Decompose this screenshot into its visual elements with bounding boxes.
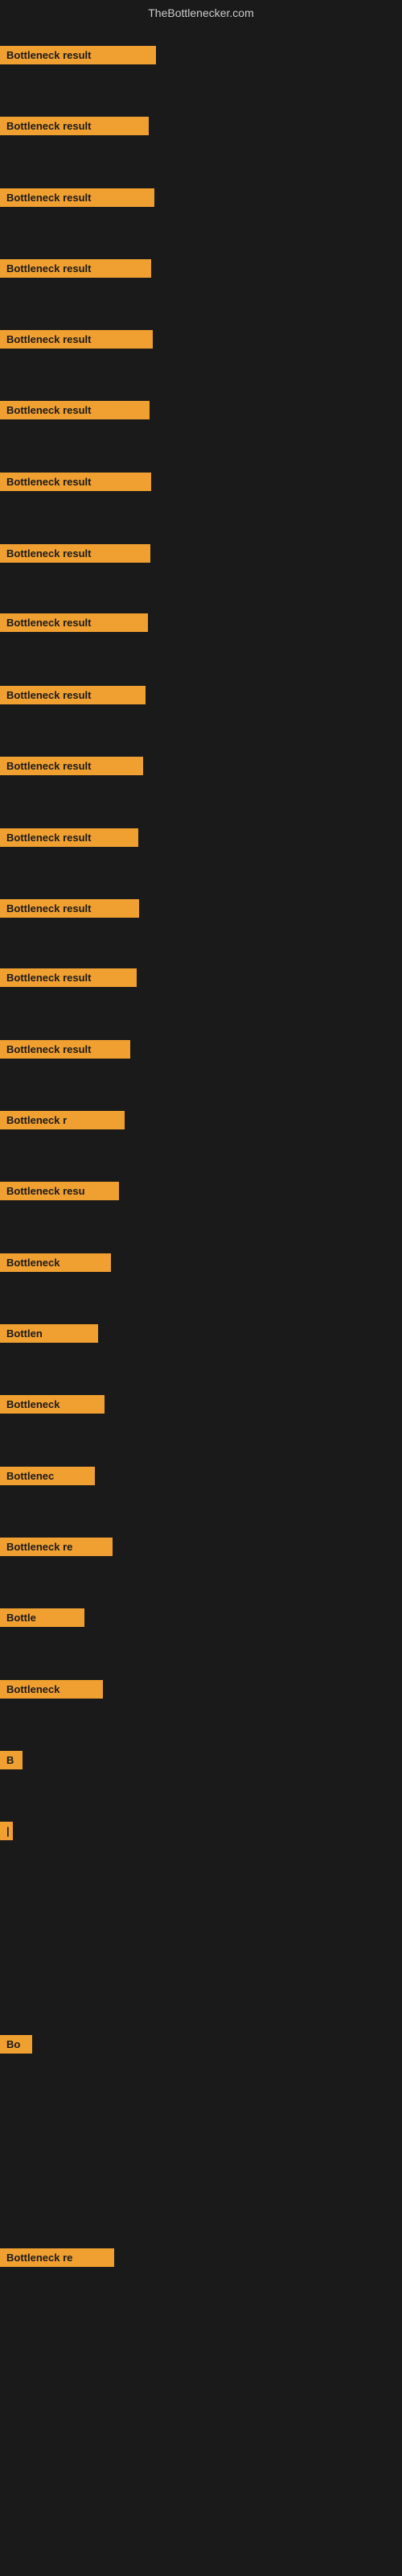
bottleneck-item-28: Bottleneck re — [0, 2248, 114, 2267]
bottleneck-item-15: Bottleneck result — [0, 1040, 130, 1059]
bottleneck-item-7: Bottleneck result — [0, 473, 151, 491]
bottleneck-item-6: Bottleneck result — [0, 401, 150, 419]
bottleneck-item-22: Bottleneck re — [0, 1538, 113, 1556]
bottleneck-item-24: Bottleneck — [0, 1680, 103, 1699]
bottleneck-item-16: Bottleneck r — [0, 1111, 125, 1129]
bottleneck-item-13: Bottleneck result — [0, 899, 139, 918]
bottleneck-item-19: Bottlen — [0, 1324, 98, 1343]
bottleneck-item-8: Bottleneck result — [0, 544, 150, 563]
bottleneck-item-9: Bottleneck result — [0, 613, 148, 632]
bottleneck-item-17: Bottleneck resu — [0, 1182, 119, 1200]
bottleneck-item-5: Bottleneck result — [0, 330, 153, 349]
bottleneck-item-21: Bottlenec — [0, 1467, 95, 1485]
bottleneck-item-2: Bottleneck result — [0, 117, 149, 135]
site-title: TheBottlenecker.com — [148, 6, 254, 19]
bottleneck-item-23: Bottle — [0, 1608, 84, 1627]
bottleneck-item-27: Bo — [0, 2035, 32, 2054]
bottleneck-item-11: Bottleneck result — [0, 757, 143, 775]
bottleneck-item-10: Bottleneck result — [0, 686, 146, 704]
bottleneck-item-3: Bottleneck result — [0, 188, 154, 207]
bottleneck-item-14: Bottleneck result — [0, 968, 137, 987]
bottleneck-item-4: Bottleneck result — [0, 259, 151, 278]
bottleneck-item-1: Bottleneck result — [0, 46, 156, 64]
bottleneck-item-25: B — [0, 1751, 23, 1769]
bottleneck-item-18: Bottleneck — [0, 1253, 111, 1272]
bottleneck-item-26: | — [0, 1822, 13, 1840]
bottleneck-item-12: Bottleneck result — [0, 828, 138, 847]
bottleneck-item-20: Bottleneck — [0, 1395, 105, 1414]
